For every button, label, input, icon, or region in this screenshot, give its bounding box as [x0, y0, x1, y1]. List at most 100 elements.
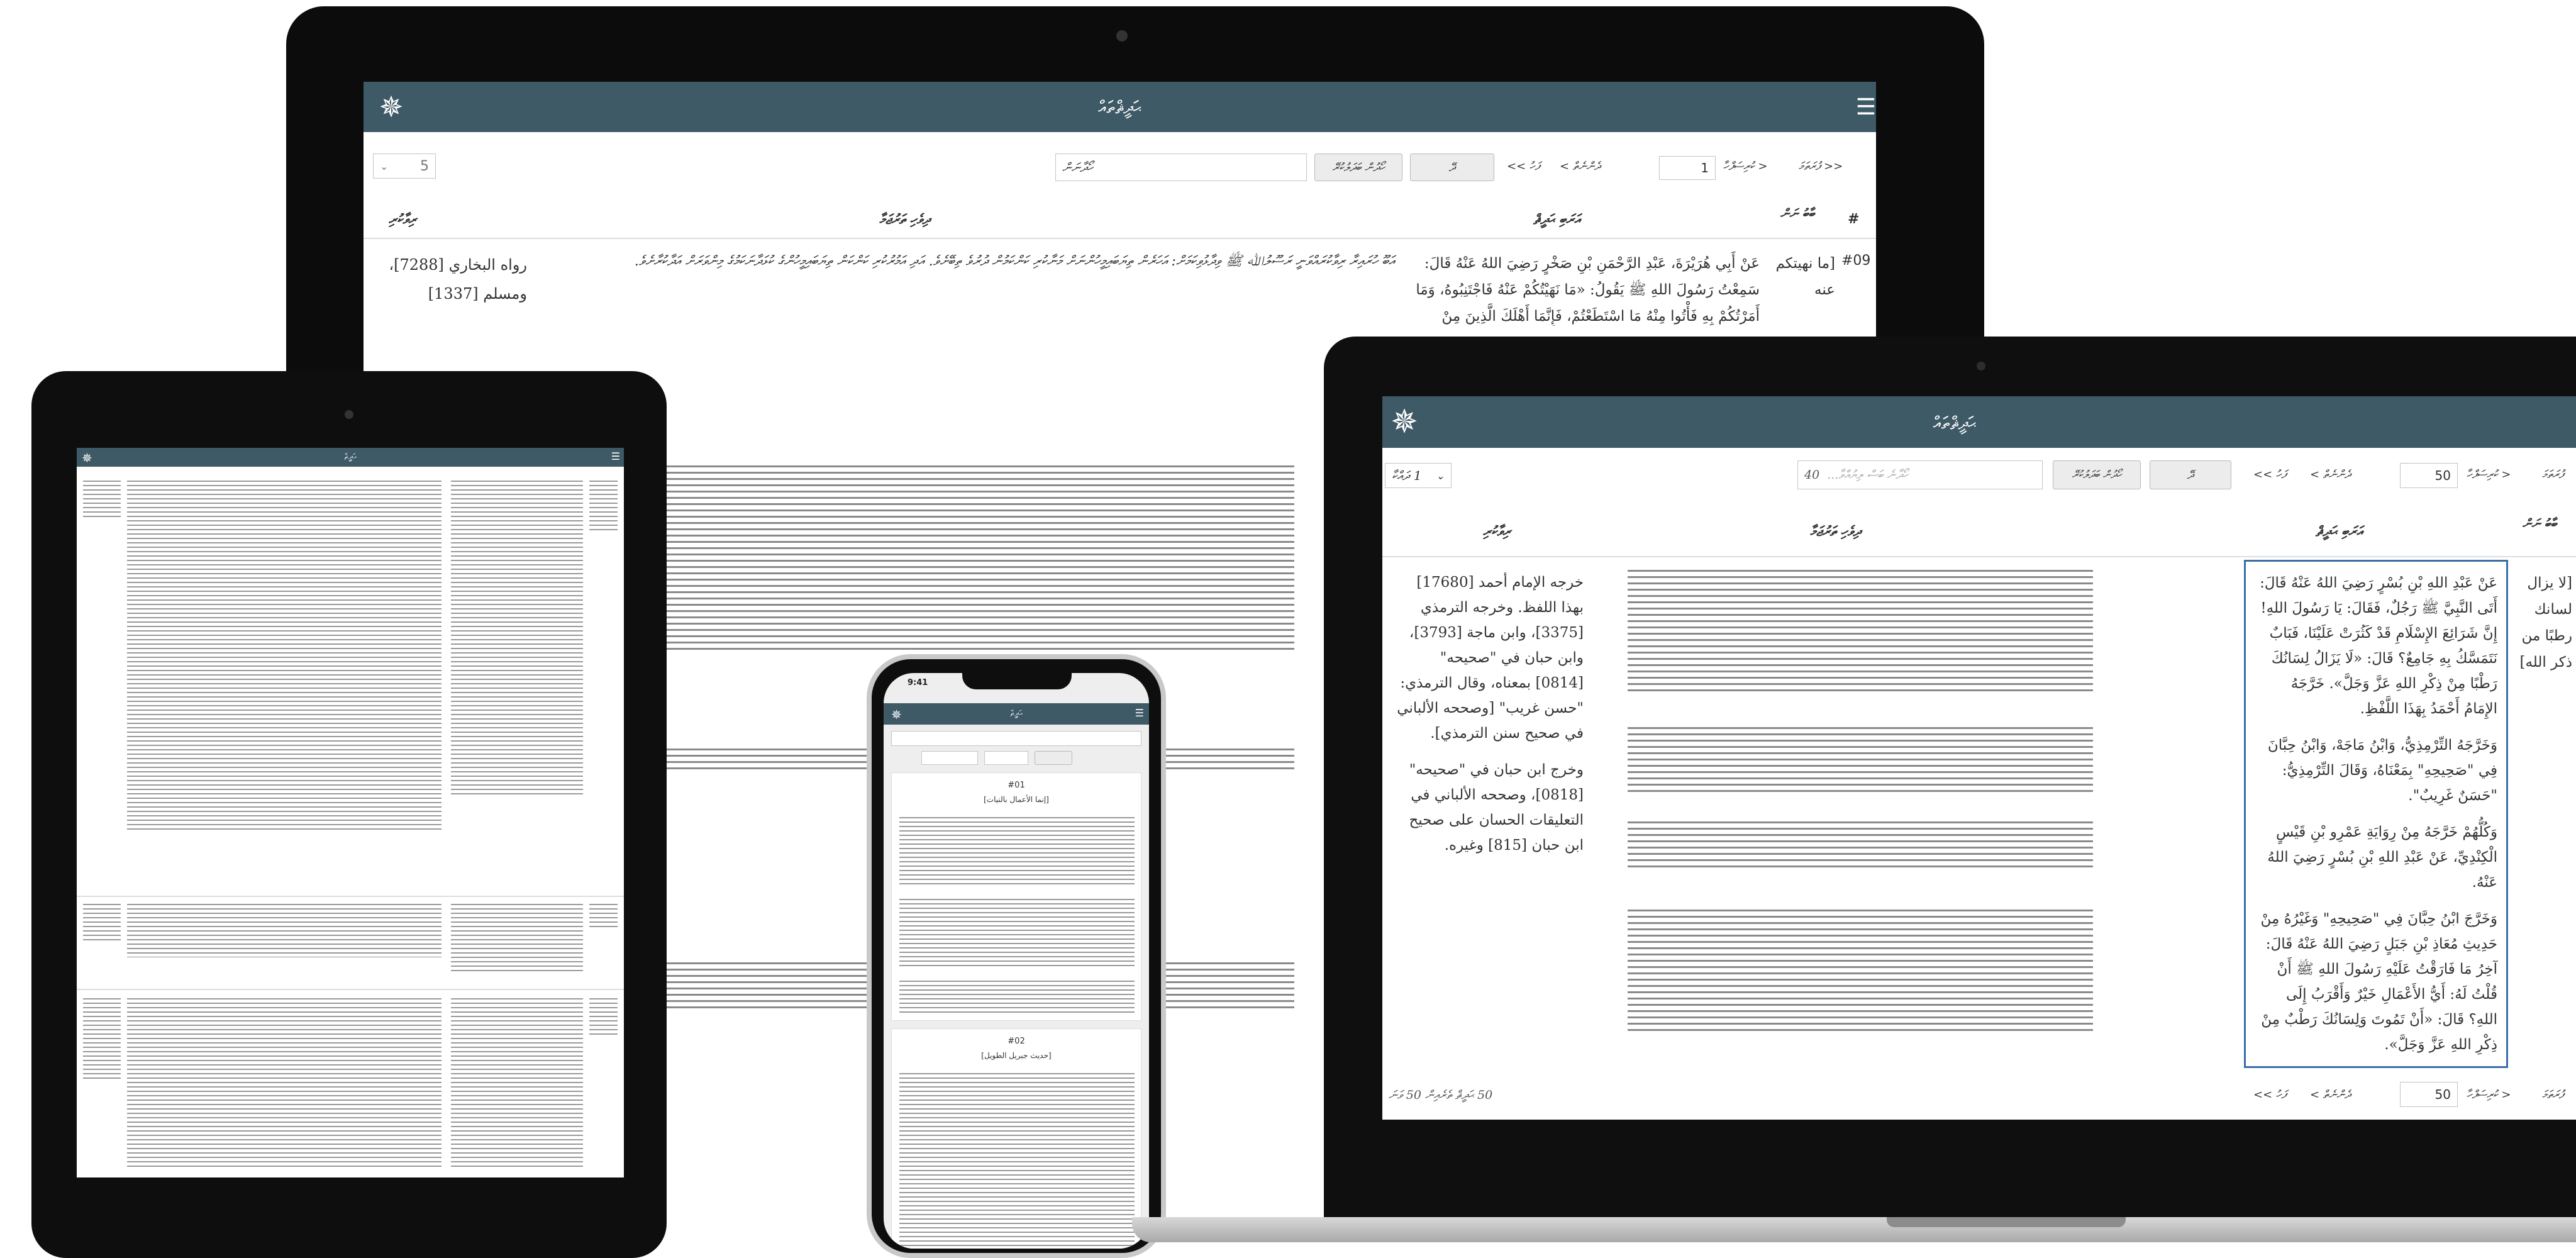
- menu-icon[interactable]: ☰: [1856, 94, 1876, 120]
- per-page-select[interactable]: ⌄ 5: [373, 153, 436, 179]
- phone-card-number: #01: [1008, 781, 1025, 790]
- phone-title: ޙަދީޘް: [1010, 709, 1023, 718]
- tablet-row-divider: [77, 989, 624, 990]
- phone-search-input[interactable]: [891, 731, 1141, 746]
- last-page-link[interactable]: ފަހު >>: [1507, 160, 1540, 173]
- phone-card: #02 [حديث جبريل الطويل]: [891, 1028, 1141, 1249]
- search-input[interactable]: ހޯދާނެ ބަސް ލިޔުއްވާ... 40: [1797, 460, 2043, 489]
- prev-page-link[interactable]: < ކުރިސަފްހާ: [2467, 468, 2511, 481]
- row-arabic: عَنْ أَبِي هُرَيْرَةَ، عَبْدِ الرَّحْمَن…: [1416, 255, 1760, 325]
- col-arabic-header: އަރަބި ޙަދީޘް: [1533, 211, 1580, 228]
- phone-time: 9:41: [908, 678, 928, 687]
- go-button[interactable]: ދޭ: [1410, 153, 1494, 181]
- menu-icon[interactable]: ☰: [611, 450, 620, 462]
- per-page-value: 5: [420, 158, 429, 174]
- source-column: خرجه الإمام أحمد [17680] بهذا اللفظ. وخر…: [1395, 570, 1584, 858]
- title-cell: [لا يزال لسانك رطبًا من ذكر الله]: [2519, 575, 2572, 671]
- desktop-toolbar: ⌄ 5 ހޯދާނަން ހޯދުން ބަދަލުކުރޭ ދޭ ފަހު >…: [364, 132, 1876, 201]
- tablet-row-text: [127, 481, 441, 833]
- arabic-paragraph: وَكُلُّهُمْ خَرَّجَهُ مِنْ رِوَايَةِ عَم…: [2267, 824, 2497, 891]
- phone-page-input[interactable]: [984, 751, 1028, 765]
- phone-card-text: [899, 899, 1135, 968]
- col-dhivehi-header: ދިވެހި ތަރުޖަމާ: [879, 211, 930, 228]
- row-title: [ما نهيتكم عنه: [1775, 255, 1835, 298]
- last-page-link[interactable]: ފަހު >>: [2253, 468, 2286, 481]
- chevron-down-icon: ⌄: [380, 160, 389, 172]
- footer-prev-link[interactable]: < ކުރިސަފްހާ: [2467, 1088, 2511, 1101]
- app-title: ޙަދީޘްތައް: [1098, 97, 1141, 118]
- page-number-input[interactable]: 50: [2400, 463, 2458, 488]
- menu-icon[interactable]: ☰: [1135, 707, 1144, 719]
- dhivehi-paragraph: [1628, 727, 2093, 796]
- tablet-row-text: [83, 481, 121, 518]
- next-page-link[interactable]: ދެންނެތް >: [1560, 160, 1601, 173]
- dhivehi-paragraph: [1628, 910, 2093, 1035]
- tablet-screen: ✵ ޙަދީޘް ☰: [77, 448, 624, 1177]
- arabic-paragraph: وَخَرَّجَ ابْنُ حِبَّانَ فِي "صَحِيحِهِ"…: [2260, 911, 2497, 1053]
- page-number-input[interactable]: 1: [1659, 156, 1716, 180]
- desktop-header-bar: ✵ ޙަދީޘްތައް ☰: [364, 82, 1876, 132]
- chevron-down-icon: ⌄: [1436, 469, 1445, 482]
- laptop-camera: [1977, 362, 1985, 370]
- tablet-row-text: [127, 998, 441, 1168]
- phone-screen: 9:41 ✵ ޙަދީޘް ☰ #01 [إنما الأعمال بالنيا…: [884, 673, 1149, 1249]
- tablet-row-text: [451, 481, 583, 795]
- search-value: 40: [1804, 468, 1820, 482]
- tablet-row-text: [451, 998, 583, 1168]
- col-title-header: ބާބު ނަން: [1780, 206, 1815, 221]
- laptop-table-header: ރިވާކުރި ދިވެހި ތަރުޖަމާ އަރަބި ޙަދީޘް ބ…: [1382, 508, 2576, 557]
- phone-card-subtitle: [إنما الأعمال بالنيات]: [984, 795, 1049, 804]
- prev-page-link[interactable]: < ކުރިސަފްހާ: [1723, 160, 1767, 173]
- tablet-row-text: [127, 904, 441, 957]
- phone-go-button[interactable]: [1035, 751, 1072, 765]
- phone-header-bar: ✵ ޙަދީޘް ☰: [884, 703, 1149, 725]
- tablet-header-bar: ✵ ޙަދީޘް ☰: [77, 448, 624, 467]
- search-placeholder: ހޯދާނެ ބަސް ލިޔުއްވާ...: [1827, 468, 1908, 482]
- phone-page-select[interactable]: [921, 751, 978, 765]
- phone-card-subtitle: [حديث جبريل الطويل]: [981, 1051, 1052, 1060]
- search-button[interactable]: ހޯދުން ބަދަލުކުރޭ: [2053, 460, 2141, 489]
- row-dhivehi: އަބޫ ހުރައިރާ ރިވާކުރައްވަނީ ރަސޫލުﷲ ﷺ ވ…: [634, 253, 1395, 269]
- first-page-link[interactable]: << ފުރަތަމަ: [1799, 160, 1843, 173]
- tablet-row-text: [83, 904, 121, 942]
- arabic-paragraph: عَنْ عَبْدِ اللهِ بْنِ بُسْرٍ رَضِيَ الل…: [2260, 575, 2497, 717]
- laptop-footer: 50 ޙަދީޘް ތެރެއިން 50 ވަނަ ފަހު >> ދެންނ…: [1382, 1073, 2576, 1117]
- first-page-link[interactable]: ފުރަތަމަ: [2542, 468, 2563, 481]
- col-number-header: #: [1848, 211, 1860, 227]
- go-button[interactable]: ދޭ: [2150, 460, 2231, 489]
- search-button[interactable]: ހޯދުން ބަދަލުކުރޭ: [1314, 153, 1402, 181]
- col-dhivehi-header: ދިވެހި ތަރުޖަމާ: [1810, 523, 1861, 540]
- tablet-row-text: [589, 904, 618, 929]
- footer-page-input[interactable]: 50: [2400, 1082, 2458, 1107]
- laptop-header-bar: ✵ ޙަދީޘްތައް: [1382, 396, 2576, 448]
- tablet-row-divider: [77, 896, 624, 897]
- phone-notch: [962, 665, 1072, 689]
- laptop-app-title: ޙަދީޘްތައް: [1933, 413, 1977, 433]
- next-page-link[interactable]: ދެންނެތް >: [2310, 468, 2351, 481]
- desktop-camera: [1116, 30, 1128, 42]
- dhivehi-paragraph: [1628, 821, 2093, 872]
- col-title-header: ބާބު ނަން: [2522, 516, 2557, 531]
- tablet-title: ޙަދީޘް: [344, 452, 357, 462]
- footer-last-link[interactable]: ފަހު >>: [2253, 1088, 2286, 1101]
- phone-card-number: #02: [1008, 1037, 1025, 1046]
- footer-next-link[interactable]: ދެންނެތް >: [2310, 1088, 2351, 1101]
- laptop-screen: ✵ ޙަދީޘްތައް ⌄ 1 ދައްކާ ހޯދާނެ ބަސް ލިޔު…: [1382, 396, 2576, 1120]
- laptop-base-notch: [1887, 1217, 2126, 1227]
- dhivehi-column: [1628, 570, 2093, 1048]
- tablet-row-text: [589, 481, 618, 531]
- laptop-toolbar: ⌄ 1 ދައްކާ ހޯދާނެ ބަސް ލިޔުއްވާ... 40 ހޯ…: [1382, 448, 2576, 508]
- arabic-column-selected[interactable]: عَنْ عَبْدِ اللهِ بْنِ بُسْرٍ رَضِيَ الل…: [2244, 560, 2508, 1068]
- search-input[interactable]: ހޯދާނަން: [1055, 153, 1307, 181]
- arabic-paragraph: وَخَرَّجَهُ التِّرْمِذِيُّ، وَابْنُ مَاج…: [2267, 737, 2497, 804]
- source-paragraph: خرجه الإمام أحمد [17680] بهذا اللفظ. وخر…: [1397, 574, 1584, 742]
- phone-card-text: [899, 981, 1135, 1015]
- footer-first-link[interactable]: ފުރަތަމަ: [2542, 1088, 2563, 1101]
- desktop-table-header: ރިވާކުރި ދިވެހި ތަރުޖަމާ އަރަބި ޙަދީޘް ބ…: [364, 201, 1876, 239]
- tablet-row-text: [451, 904, 583, 973]
- col-arabic-header: އަރަބި ޙަދީޘް: [2316, 523, 2363, 540]
- tablet-camera: [345, 410, 353, 419]
- row-number: #09: [1841, 253, 1871, 269]
- per-page-select[interactable]: ⌄ 1 ދައްކާ: [1385, 463, 1452, 488]
- row-source: رواه البخاري [7288]، ومسلم [1337]: [389, 256, 527, 303]
